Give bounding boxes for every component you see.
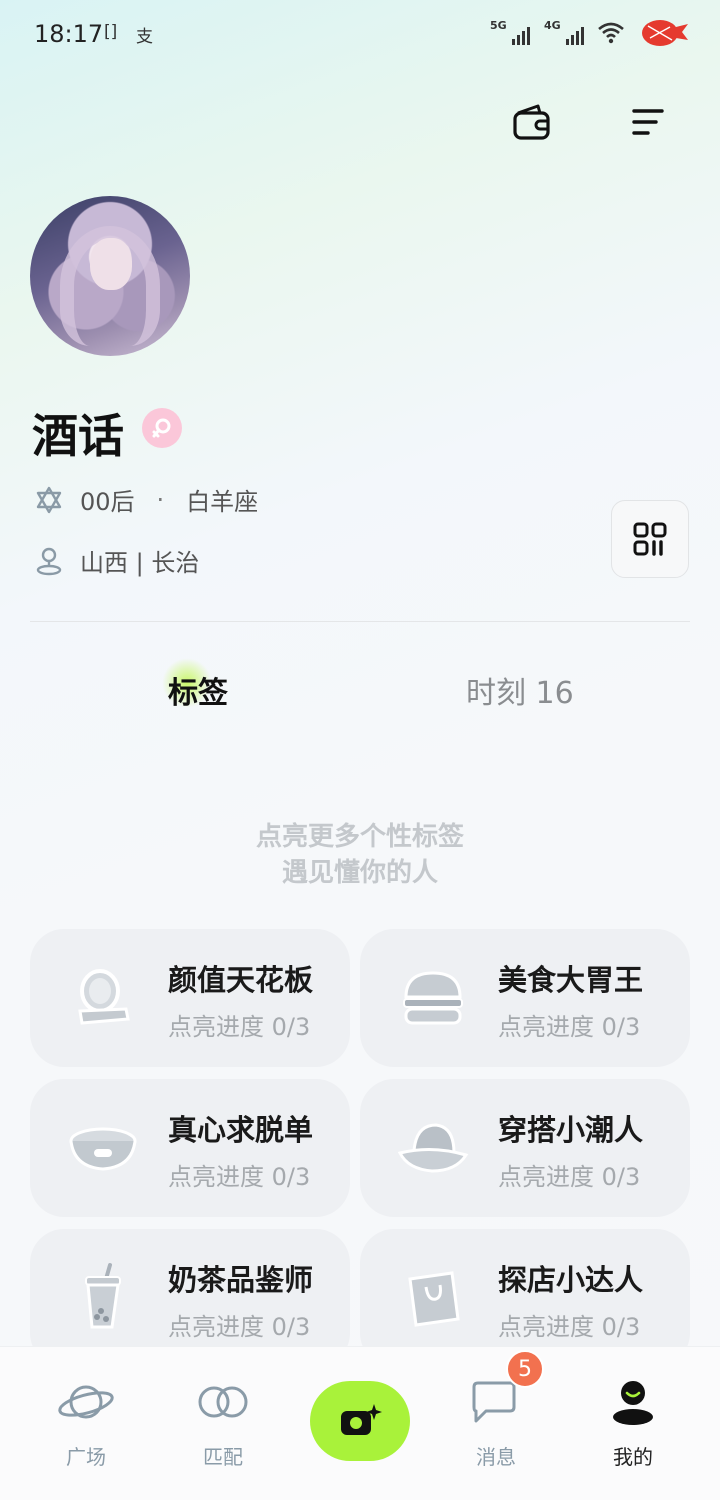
tag-card-fashion[interactable]: 穿搭小潮人 点亮进度 0/3 xyxy=(360,1079,690,1217)
star-of-david-icon xyxy=(34,485,64,515)
tab-tags[interactable]: 标签 xyxy=(162,658,228,712)
shopping-bag-icon xyxy=(396,1261,470,1335)
avatar[interactable] xyxy=(30,196,190,356)
location-text: 山西 | 长治 xyxy=(80,549,200,577)
nav-mine[interactable]: 我的 xyxy=(578,1375,688,1470)
nav-plaza-label: 广场 xyxy=(66,1445,106,1469)
tag-card-title: 美食大胃王 xyxy=(498,963,644,997)
zodiac-text: 白羊座 xyxy=(186,488,259,516)
tag-card-title: 探店小达人 xyxy=(498,1263,644,1297)
planet-icon xyxy=(58,1385,114,1419)
messages-unread-badge: 5 xyxy=(506,1350,544,1388)
status-time: 18:17 xyxy=(34,20,104,48)
tag-card-progress: 点亮进度 0/3 xyxy=(168,1313,311,1341)
female-symbol-icon xyxy=(152,418,171,438)
location-pin-icon xyxy=(34,546,64,576)
tag-card-title: 真心求脱单 xyxy=(168,1113,314,1147)
camera-post-button[interactable] xyxy=(310,1381,410,1461)
nav-plaza[interactable]: 广场 xyxy=(31,1375,141,1470)
menu-lines-icon xyxy=(632,109,664,135)
camera-sparkle-icon xyxy=(341,1404,382,1435)
tag-card-title: 穿搭小潮人 xyxy=(498,1113,644,1147)
nav-match[interactable]: 匹配 xyxy=(168,1375,278,1470)
wifi-icon xyxy=(598,22,624,44)
signal-5g-icon: 5G xyxy=(490,19,530,45)
milk-tea-icon xyxy=(66,1261,140,1335)
tag-card-grid: 颜值天花板 点亮进度 0/3 美食大胃王 点亮进度 0/3 真心求脱单 点亮进度… xyxy=(30,929,690,1367)
tag-card-beauty[interactable]: 颜值天花板 点亮进度 0/3 xyxy=(30,929,350,1067)
qr-code-button[interactable] xyxy=(611,500,689,578)
bucket-hat-icon xyxy=(396,1111,470,1185)
interlocking-rings-icon xyxy=(198,1386,248,1418)
profile-divider xyxy=(30,621,690,622)
signal-4g-icon: 4G xyxy=(544,19,584,45)
hint-line-1: 点亮更多个性标签 xyxy=(255,822,464,852)
menu-button[interactable] xyxy=(626,100,670,144)
status-indicators: 5G 4G xyxy=(490,18,690,48)
age-zodiac-row: 00后 · 白羊座 xyxy=(34,482,258,517)
tag-card-progress: 点亮进度 0/3 xyxy=(498,1013,641,1041)
username: 酒话 xyxy=(32,409,124,463)
location-row: 山西 | 长治 xyxy=(34,543,199,578)
profile-person-icon xyxy=(613,1381,653,1425)
battery-icon xyxy=(642,20,688,46)
generation-text: 00后 xyxy=(80,488,135,516)
qr-code-icon xyxy=(633,522,667,556)
nav-messages-label: 消息 xyxy=(476,1445,516,1469)
wallet-icon xyxy=(513,104,550,140)
tab-moments[interactable]: 时刻 16 xyxy=(466,668,574,712)
tag-card-progress: 点亮进度 0/3 xyxy=(498,1163,641,1191)
gender-badge xyxy=(142,408,182,448)
tag-card-title: 奶茶品鉴师 xyxy=(168,1263,314,1297)
burger-icon xyxy=(396,961,470,1035)
hint-line-2: 遇见懂你的人 xyxy=(281,858,438,888)
tag-card-progress: 点亮进度 0/3 xyxy=(498,1313,641,1341)
notification-app-icon: [] xyxy=(104,22,118,42)
tag-card-progress: 点亮进度 0/3 xyxy=(168,1013,311,1041)
mirror-icon xyxy=(66,961,140,1035)
status-bar: 18:17 [] 支 5G 4G xyxy=(0,0,720,70)
top-actions xyxy=(510,100,670,144)
tag-card-title: 颜值天花板 xyxy=(168,963,314,997)
tag-card-foodie[interactable]: 美食大胃王 点亮进度 0/3 xyxy=(360,929,690,1067)
nav-messages[interactable]: 消息 xyxy=(441,1375,551,1470)
nav-mine-label: 我的 xyxy=(613,1445,653,1469)
pet-bowl-icon xyxy=(66,1111,140,1185)
tag-card-dating[interactable]: 真心求脱单 点亮进度 0/3 xyxy=(30,1079,350,1217)
separator-dot: · xyxy=(156,485,165,514)
bottom-nav: 广场 匹配 消息 我的 xyxy=(0,1346,720,1500)
nav-match-label: 匹配 xyxy=(203,1445,243,1469)
tag-card-progress: 点亮进度 0/3 xyxy=(168,1163,311,1191)
wallet-button[interactable] xyxy=(510,100,554,144)
alipay-notification-icon: 支 xyxy=(136,27,153,47)
